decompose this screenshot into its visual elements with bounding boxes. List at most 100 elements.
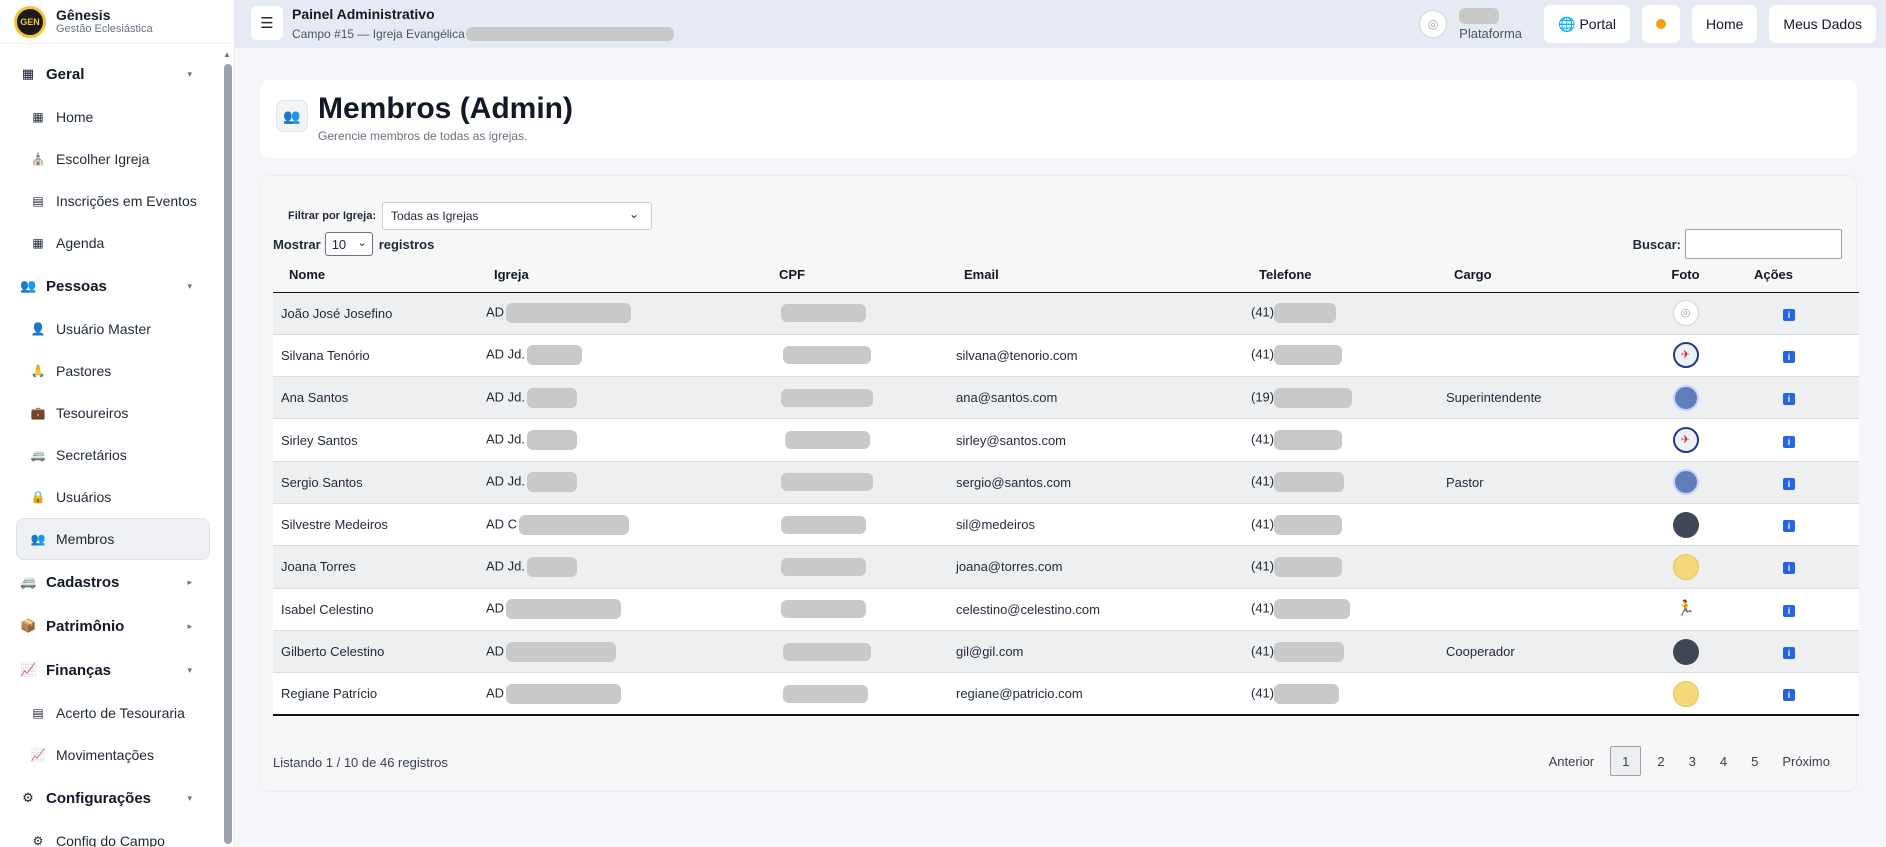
platform-user[interactable]: Plataforma xyxy=(1459,7,1523,41)
cell-acoes: i xyxy=(1738,672,1859,716)
member-photo-cartoon[interactable] xyxy=(1672,680,1699,707)
pagination-page-2[interactable]: 2 xyxy=(1645,746,1676,776)
igreja-text: AD xyxy=(486,600,505,616)
telefone-text: (41) xyxy=(1251,685,1275,700)
igreja-text: AD Jd. xyxy=(486,473,526,489)
sidebar-item-membros[interactable]: 👥 Membros xyxy=(16,518,210,560)
sidebar-item-home[interactable]: ▦ Home xyxy=(0,96,222,138)
redacted-cpf xyxy=(781,600,866,619)
pagination-page-1[interactable]: 1 xyxy=(1610,746,1642,776)
info-button[interactable]: i xyxy=(1783,604,1795,617)
my-data-button[interactable]: Meus Dados xyxy=(1769,5,1876,43)
column-header-cargo[interactable]: Cargo xyxy=(1438,258,1633,293)
info-button[interactable]: i xyxy=(1783,308,1795,321)
scrollbar-thumb[interactable] xyxy=(224,64,232,844)
scroll-up-icon[interactable]: ▲ xyxy=(223,50,231,59)
redacted-username xyxy=(1459,7,1500,24)
sidebar-section-pessoas[interactable]: 👥 Pessoas ▾ xyxy=(0,264,222,308)
sidebar-section-label: Geral xyxy=(46,65,85,83)
member-photo-seal[interactable] xyxy=(1672,384,1699,411)
info-button[interactable]: i xyxy=(1783,435,1795,448)
member-photo-camera[interactable]: ◎ xyxy=(1672,300,1699,327)
sidebar-item-label: Usuários xyxy=(56,489,112,505)
cell-email: joana@torres.com xyxy=(948,545,1243,589)
info-button[interactable]: i xyxy=(1783,520,1795,533)
column-header-cpf[interactable]: CPF xyxy=(763,258,948,293)
sidebar-item-escolher-igreja[interactable]: ⛪ Escolher Igreja xyxy=(0,138,222,180)
info-button[interactable]: i xyxy=(1783,350,1795,363)
sidebar-item-usuario-master[interactable]: 👤 Usuário Master xyxy=(0,308,222,350)
igreja-text: AD xyxy=(486,685,505,700)
sidebar-item-pastores[interactable]: 🙏 Pastores xyxy=(0,350,222,392)
caret-right-icon: ▸ xyxy=(187,620,192,631)
sidebar-item-usuarios[interactable]: 🔒 Usuários xyxy=(0,476,222,518)
member-photo-cartoon[interactable] xyxy=(1672,553,1699,580)
redacted-phone xyxy=(1274,556,1343,577)
sidebar-section-patrimonio[interactable]: 📦 Patrimônio ▸ xyxy=(0,604,222,648)
brand[interactable]: GEN Gênesis Gestão Eclesiástica xyxy=(0,0,234,44)
cell-nome: Sirley Santos xyxy=(273,418,478,462)
info-button[interactable]: i xyxy=(1783,393,1795,406)
info-button[interactable]: i xyxy=(1783,647,1795,660)
sidebar-section-configuracoes[interactable]: ⚙ Configurações ▾ xyxy=(0,776,222,820)
pagination-page-3[interactable]: 3 xyxy=(1677,746,1708,776)
member-photo-figure[interactable]: 🏃 xyxy=(1672,596,1699,623)
cell-igreja: AD xyxy=(478,588,763,631)
sidebar-section-financas[interactable]: 📈 Finanças ▾ xyxy=(0,648,222,692)
sidebar-section-geral[interactable]: ▦ Geral ▾ xyxy=(0,52,222,96)
pagination-prev-button[interactable]: Anterior xyxy=(1537,746,1607,776)
info-button[interactable]: i xyxy=(1783,689,1795,702)
pagination-next-button[interactable]: Próximo xyxy=(1770,746,1842,776)
church-filter-select[interactable]: Todas as Igrejas ⌄ xyxy=(382,202,653,230)
redacted-text xyxy=(527,472,578,493)
chevron-down-icon: ⌄ xyxy=(357,237,367,249)
portal-button[interactable]: 🌐 Portal xyxy=(1544,5,1631,43)
igreja-text: AD xyxy=(486,304,505,320)
search-input[interactable] xyxy=(1685,229,1842,259)
column-header-telefone[interactable]: Telefone xyxy=(1243,258,1438,293)
sidebar-section-cadastros[interactable]: 🚐 Cadastros ▸ xyxy=(0,560,222,604)
theme-toggle-button[interactable] xyxy=(1642,5,1681,43)
pagination-page-4[interactable]: 4 xyxy=(1708,746,1739,776)
member-photo-emblem[interactable]: ✈ xyxy=(1672,342,1699,369)
info-button[interactable]: i xyxy=(1783,477,1795,490)
sidebar-item-tesoureiros[interactable]: 💼 Tesoureiros xyxy=(0,392,222,434)
sidebar-item-config-do-campo[interactable]: ⚙ Config do Campo xyxy=(0,820,222,847)
column-header-foto[interactable]: Foto xyxy=(1633,258,1738,293)
sidebar-scrollbar[interactable]: ▲ xyxy=(223,50,232,844)
member-photo-dark[interactable] xyxy=(1672,638,1699,665)
cell-igreja: AD C xyxy=(478,503,763,547)
caret-right-icon: ▸ xyxy=(187,576,192,587)
sidebar-item-inscricoes-em-eventos[interactable]: ▤ Inscrições em Eventos xyxy=(0,180,222,222)
sidebar-item-secretarios[interactable]: 🚐 Secretários xyxy=(0,434,222,476)
camera-icon[interactable]: ◎ xyxy=(1419,10,1448,38)
column-header-igreja[interactable]: Igreja xyxy=(478,258,763,293)
sidebar-item-movimentacoes[interactable]: 📈 Movimentações xyxy=(0,734,222,776)
members-table: Nome Igreja CPF Email Telefone Cargo Foto Ações… xyxy=(273,258,1859,716)
caret-down-icon: ▾ xyxy=(187,792,192,803)
cell-acoes: i xyxy=(1738,334,1859,378)
search-label: Buscar: xyxy=(1632,236,1681,252)
redacted-cpf xyxy=(781,304,866,323)
briefcase-icon: 💼 xyxy=(30,406,46,420)
redacted-cpf xyxy=(781,557,866,576)
member-photo-dark[interactable] xyxy=(1672,511,1699,538)
column-header-acoes[interactable]: Ações xyxy=(1738,258,1859,293)
home-button[interactable]: Home xyxy=(1692,5,1758,43)
sidebar-item-agenda[interactable]: ▦ Agenda xyxy=(0,222,222,264)
sidebar-item-label: Usuário Master xyxy=(56,321,151,337)
pagination-page-5[interactable]: 5 xyxy=(1739,746,1770,776)
info-button[interactable]: i xyxy=(1783,562,1795,575)
member-photo-emblem[interactable]: ✈ xyxy=(1672,427,1699,454)
cell-foto: ◎ xyxy=(1633,292,1738,335)
page-length-select[interactable]: 10 ⌄ xyxy=(324,232,373,256)
platform-label: Plataforma xyxy=(1459,25,1523,41)
column-header-email[interactable]: Email xyxy=(948,258,1243,293)
menu-toggle-button[interactable]: ☰ xyxy=(251,6,283,40)
member-photo-seal[interactable] xyxy=(1672,469,1699,496)
cell-telefone: (41) xyxy=(1243,292,1438,335)
redacted-phone xyxy=(1274,345,1343,366)
members-table-card: Filtrar por Igreja: Todas as Igrejas ⌄ M… xyxy=(260,175,1859,792)
column-header-nome[interactable]: Nome xyxy=(273,258,478,293)
sidebar-item-acerto-de-tesouraria[interactable]: ▤ Acerto de Tesouraria xyxy=(0,692,222,734)
